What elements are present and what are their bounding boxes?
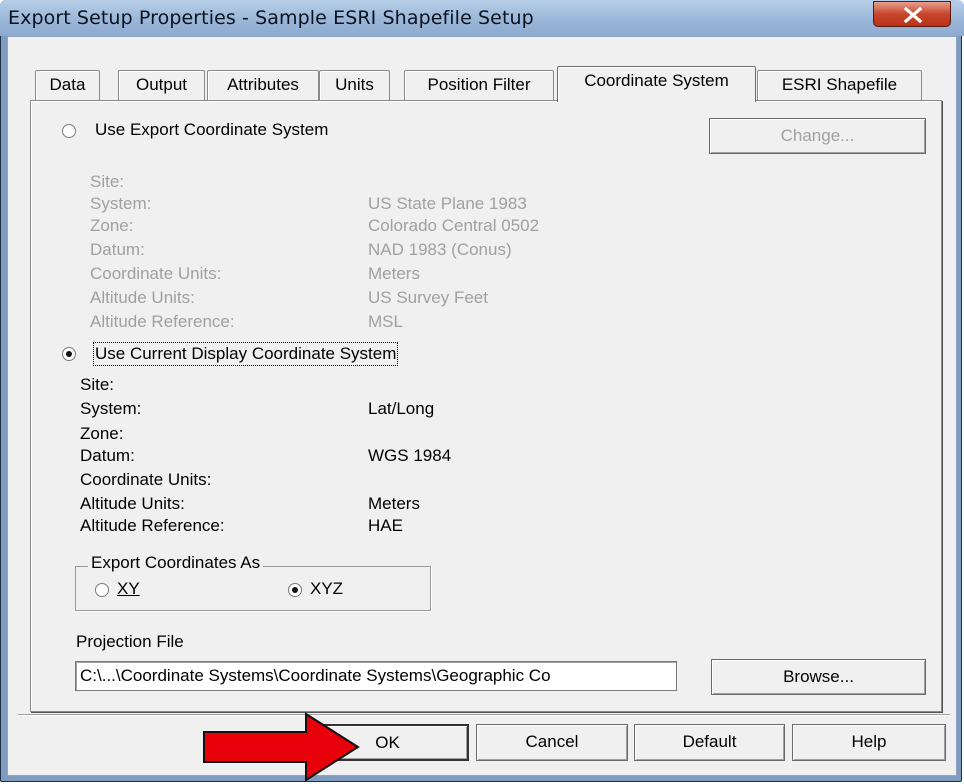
button-separator [18, 714, 950, 716]
display-alt-units-label: Altitude Units: [80, 494, 185, 513]
export-alt-units-value: US Survey Feet [368, 288, 488, 307]
default-button[interactable]: Default [634, 724, 785, 761]
help-button[interactable]: Help [792, 724, 946, 761]
export-alt-ref-label: Altitude Reference: [90, 312, 235, 331]
display-system-label: System: [80, 399, 142, 418]
display-cs-radio[interactable] [62, 347, 76, 361]
close-button[interactable] [873, 1, 951, 27]
export-alt-ref-value: MSL [368, 312, 403, 331]
export-coordinates-title: Export Coordinates As [88, 553, 264, 573]
close-icon [903, 7, 923, 23]
projection-file-label: Projection File [76, 632, 184, 651]
export-zone-value: Colorado Central 0502 [368, 216, 540, 235]
display-datum-value: WGS 1984 [368, 446, 452, 465]
tab-coordinate-system[interactable]: Coordinate System [557, 66, 756, 102]
tab-data[interactable]: Data [35, 70, 100, 100]
display-alt-ref-value: HAE [368, 516, 403, 535]
tab-page-coordinate-system [30, 100, 942, 712]
display-datum-label: Datum: [80, 446, 135, 465]
export-datum-label: Datum: [90, 240, 145, 259]
export-coord-units-label: Coordinate Units: [90, 264, 222, 283]
export-site-label: Site: [90, 172, 125, 191]
display-site-label: Site: [80, 375, 115, 394]
cancel-button[interactable]: Cancel [476, 724, 628, 761]
xyz-label[interactable]: XYZ [310, 579, 343, 599]
export-system-value: US State Plane 1983 [368, 194, 527, 213]
display-alt-ref-label: Altitude Reference: [80, 516, 225, 535]
browse-button[interactable]: Browse... [711, 659, 926, 695]
export-cs-radio[interactable] [62, 124, 76, 138]
display-cs-label[interactable]: Use Current Display Coordinate System [92, 342, 399, 366]
export-coord-units-value: Meters [368, 264, 420, 283]
export-cs-radio-label: Use Export Coordinate System [95, 120, 329, 139]
tab-units[interactable]: Units [319, 70, 390, 100]
projection-file-input[interactable]: C:\...\Coordinate Systems\Coordinate Sys… [75, 661, 677, 691]
display-system-value: Lat/Long [368, 399, 435, 418]
export-alt-units-label: Altitude Units: [90, 288, 195, 307]
tab-output[interactable]: Output [118, 70, 205, 100]
export-zone-label: Zone: [90, 216, 134, 235]
arrow-right-icon [203, 712, 360, 782]
display-alt-units-value: Meters [368, 494, 420, 513]
export-system-label: System: [90, 194, 152, 213]
xy-radio[interactable] [95, 583, 109, 597]
title-bar[interactable]: Export Setup Properties - Sample ESRI Sh… [0, 0, 964, 36]
xy-label[interactable]: XY [117, 579, 140, 599]
export-datum-value: NAD 1983 (Conus) [368, 240, 512, 259]
tab-attributes[interactable]: Attributes [207, 70, 319, 100]
tab-esri-shapefile[interactable]: ESRI Shapefile [757, 70, 922, 100]
window-title: Export Setup Properties - Sample ESRI Sh… [8, 7, 534, 29]
display-coord-units-label: Coordinate Units: [80, 470, 212, 489]
export-cs-label[interactable]: Use Export Coordinate System [95, 120, 328, 140]
xyz-radio[interactable] [288, 583, 302, 597]
change-button[interactable]: Change... [709, 118, 926, 154]
display-zone-label: Zone: [80, 424, 124, 443]
tab-position-filter[interactable]: Position Filter [404, 70, 554, 100]
